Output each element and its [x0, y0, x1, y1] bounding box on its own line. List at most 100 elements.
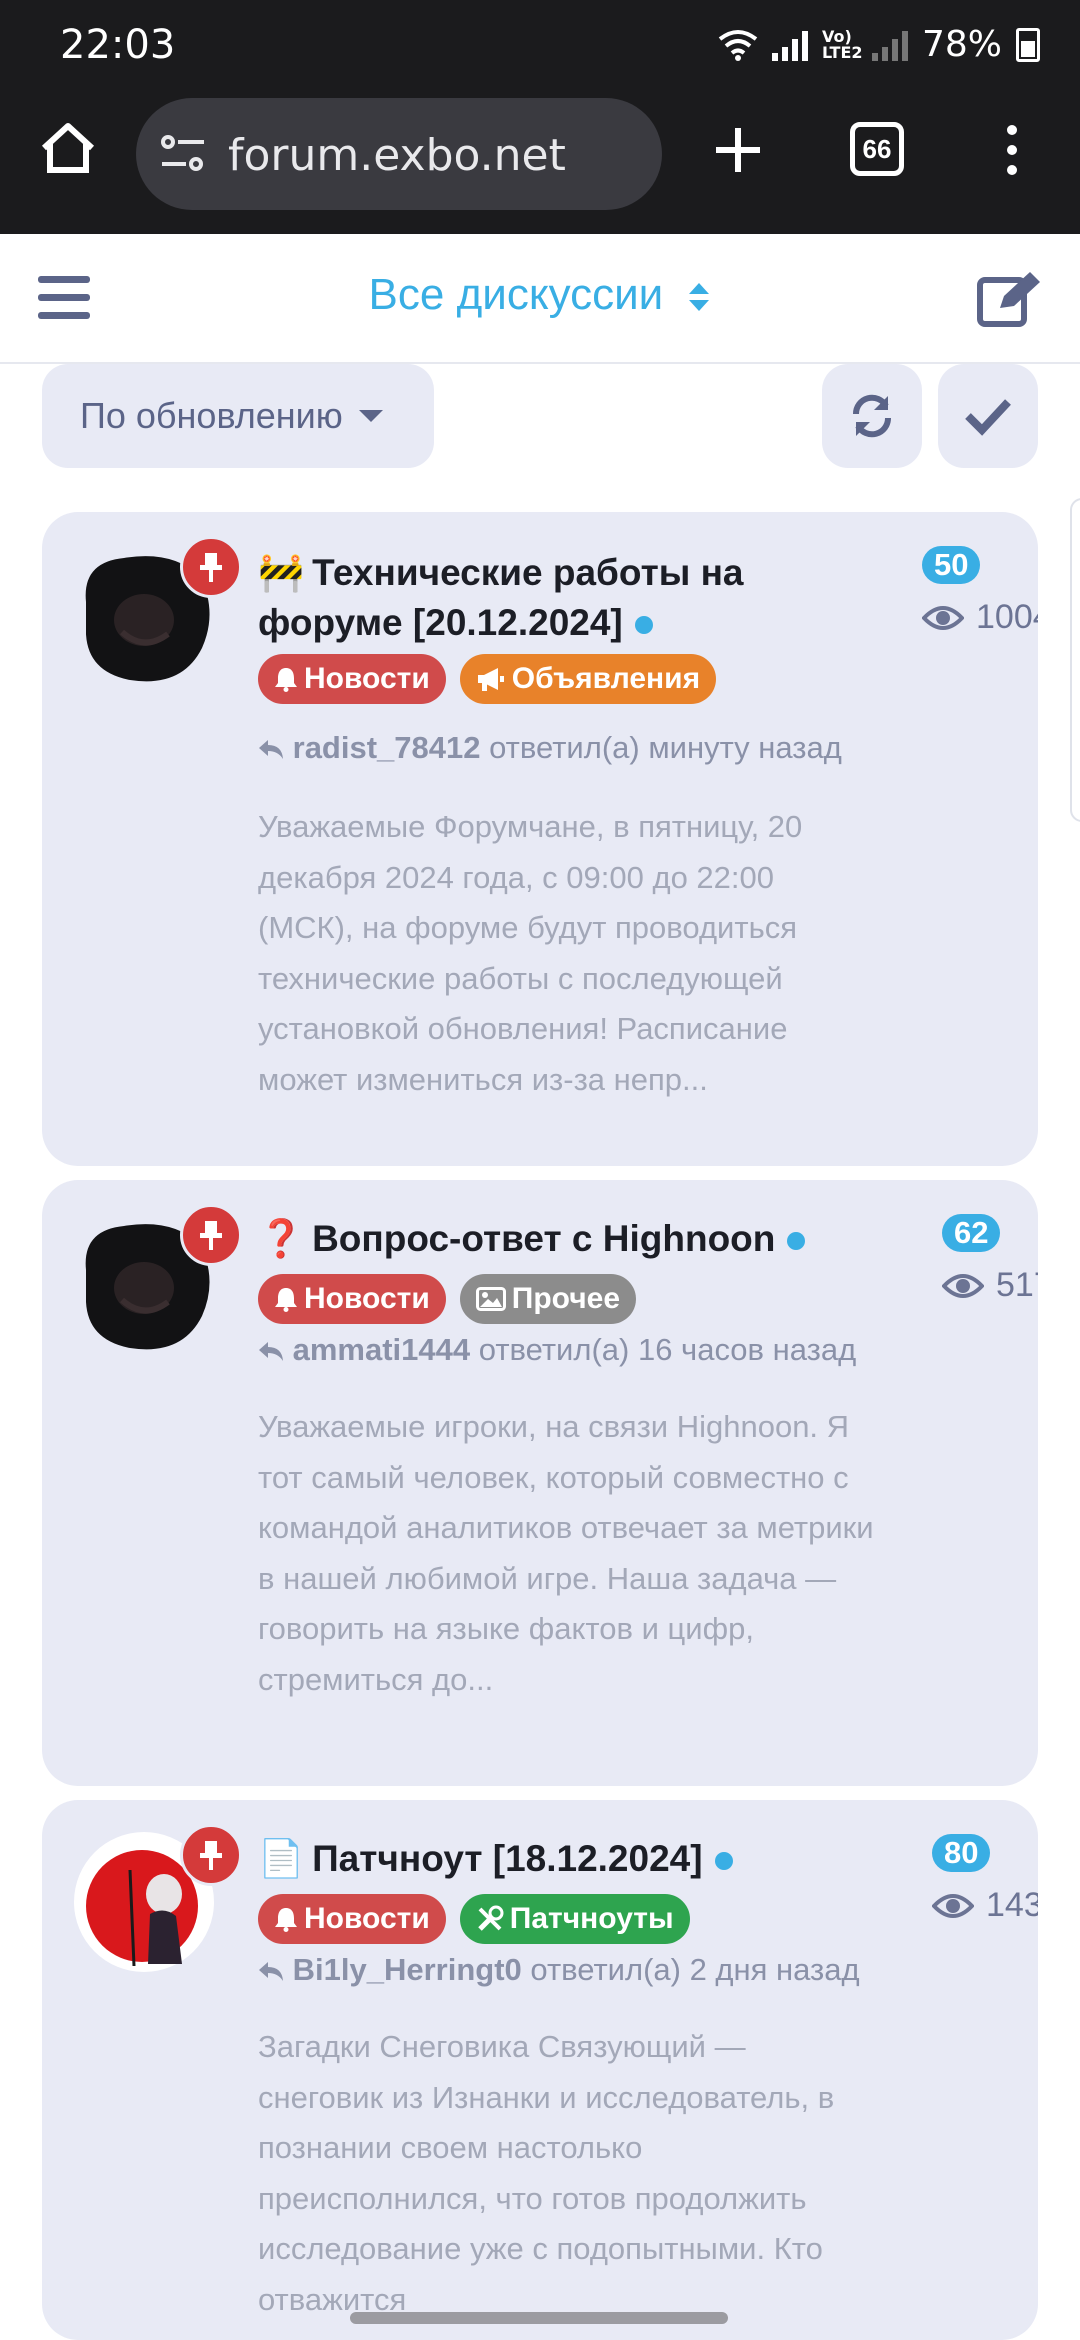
tag-list: Новости Объявления — [258, 654, 717, 704]
discussion-title[interactable]: ❓ Вопрос-ответ с Highnoon — [258, 1214, 878, 1264]
tag-label: Новости — [304, 662, 430, 695]
view-count: 1004 — [922, 598, 1038, 637]
status-icons: Vo) LTE2 78% — [718, 24, 1040, 65]
unread-dot — [634, 616, 653, 635]
tag-list: Новости Прочее — [258, 1274, 637, 1324]
view-count: 14390 — [932, 1886, 1038, 1925]
network-label: Vo) LTE2 — [821, 26, 863, 62]
tag-label: Патчноуты — [509, 1902, 674, 1935]
battery-icon — [1016, 27, 1040, 62]
discussion-card[interactable]: 🚧 Технические работы на форуме [20.12.202… — [42, 512, 1038, 1166]
refresh-button[interactable] — [822, 364, 922, 468]
new-tab-icon[interactable] — [710, 122, 766, 178]
unread-dot — [787, 1232, 806, 1251]
reply-icon — [259, 740, 283, 759]
url-text: forum.exbo.net — [228, 130, 566, 181]
home-icon[interactable] — [38, 120, 98, 176]
reply-count-badge: 50 — [922, 546, 981, 584]
wifi-icon — [718, 29, 758, 61]
pin-icon — [200, 553, 222, 582]
title-emoji: ❓ — [258, 1218, 305, 1259]
megaphone-icon — [477, 668, 504, 691]
pinned-badge — [180, 1824, 242, 1886]
reply-count-badge: 80 — [932, 1834, 991, 1872]
title-text: Технические работы на форуме [20.12.2024… — [258, 552, 744, 643]
discussion-card[interactable]: ❓ Вопрос-ответ с Highnoon Новости Прочее … — [42, 1180, 1038, 1786]
discussion-title[interactable]: 🚧 Технические работы на форуме [20.12.202… — [258, 548, 898, 648]
new-discussion-icon[interactable] — [976, 270, 1042, 330]
refresh-icon — [852, 394, 892, 438]
pin-icon — [200, 1841, 222, 1870]
reply-icon — [259, 1342, 283, 1361]
reply-time: ответил(а) 16 часов назад — [478, 1332, 857, 1367]
tag-list: Новости Патчноуты — [258, 1894, 690, 1944]
title-emoji: 🚧 — [258, 552, 305, 593]
title-text: Вопрос-ответ с Highnoon — [312, 1218, 776, 1259]
reply-count-badge: 62 — [942, 1214, 1001, 1252]
unread-dot — [714, 1852, 733, 1871]
browser-toolbar: forum.exbo.net 66 — [0, 92, 1080, 234]
page-title: Все дискуссии — [368, 270, 664, 319]
view-count-value: 1004 — [976, 598, 1038, 636]
bell-icon — [275, 1288, 297, 1312]
tag-other[interactable]: Прочее — [459, 1274, 637, 1324]
tab-switcher-button[interactable]: 66 — [850, 122, 904, 176]
reply-icon — [259, 1962, 283, 1981]
title-text: Патчноут [18.12.2024] — [312, 1838, 703, 1879]
tag-announcements[interactable]: Объявления — [459, 654, 717, 704]
forum-header: Все дискуссии — [0, 234, 1080, 364]
tag-patchnotes[interactable]: Патчноуты — [459, 1894, 690, 1944]
view-count: 5173 — [942, 1266, 1038, 1305]
signal-icon-2 — [871, 29, 908, 61]
reply-username[interactable]: Bi1ly_Herringt0 — [293, 1952, 522, 1987]
discussion-card[interactable]: 📄 Патчноут [18.12.2024] Новости Патчноуты… — [42, 1800, 1038, 2340]
pinned-badge — [180, 536, 242, 598]
last-reply-info: radist_78412 ответил(а) минуту назад — [258, 730, 842, 766]
pin-icon — [200, 1221, 222, 1250]
bell-icon — [275, 1908, 297, 1932]
discussion-excerpt: Уважаемые игроки, на связи Highnoon. Я т… — [258, 1409, 874, 1697]
discussion-excerpt: Загадки Снеговика Связующий — снеговик и… — [258, 2029, 835, 2317]
eye-icon — [922, 605, 964, 630]
reply-time: ответил(а) минуту назад — [489, 730, 842, 765]
tab-count: 66 — [862, 133, 892, 164]
checkmark-icon — [965, 399, 1011, 436]
more-menu-icon[interactable] — [1000, 122, 1024, 178]
scroll-indicator — [1070, 498, 1080, 822]
tag-label: Новости — [304, 1902, 430, 1935]
caret-down-icon — [358, 410, 383, 422]
address-bar[interactable]: forum.exbo.net — [136, 98, 662, 210]
last-reply-info: Bi1ly_Herringt0 ответил(а) 2 дня назад — [258, 1952, 860, 1988]
bell-icon — [275, 668, 297, 692]
status-bar: 22:03 Vo) LTE2 78% — [0, 0, 1080, 92]
tag-news[interactable]: Новости — [258, 1894, 446, 1944]
reply-username[interactable]: ammati1444 — [293, 1332, 471, 1367]
pinned-badge — [180, 1204, 242, 1266]
tag-label: Новости — [304, 1282, 430, 1315]
reply-username[interactable]: radist_78412 — [293, 730, 481, 765]
sort-dropdown[interactable]: По обновлению — [42, 364, 434, 468]
mark-all-read-button[interactable] — [938, 364, 1038, 468]
signal-icon — [771, 29, 808, 61]
discussions-filter-dropdown[interactable]: Все дискуссии — [0, 270, 1080, 320]
sort-arrows-icon — [689, 283, 710, 312]
view-count-value: 5173 — [996, 1266, 1038, 1304]
tag-news[interactable]: Новости — [258, 654, 446, 704]
tools-icon — [478, 1905, 504, 1931]
gesture-home-bar[interactable] — [350, 2312, 728, 2324]
tag-news[interactable]: Новости — [258, 1274, 446, 1324]
image-icon — [475, 1287, 506, 1311]
battery-percent: 78% — [921, 24, 1002, 65]
discussion-title[interactable]: 📄 Патчноут [18.12.2024] — [258, 1834, 878, 1884]
title-emoji: 📄 — [258, 1838, 305, 1879]
clock: 22:03 — [60, 22, 176, 68]
tag-label: Объявления — [511, 662, 701, 695]
site-settings-icon[interactable] — [160, 134, 206, 172]
tag-label: Прочее — [511, 1282, 621, 1315]
sort-label: По обновлению — [80, 395, 343, 436]
eye-icon — [932, 1893, 974, 1918]
view-count-value: 14390 — [986, 1886, 1038, 1924]
eye-icon — [942, 1273, 984, 1298]
discussion-excerpt: Уважаемые Форумчане, в пятницу, 20 декаб… — [258, 809, 803, 1097]
reply-time: ответил(а) 2 дня назад — [530, 1952, 860, 1987]
